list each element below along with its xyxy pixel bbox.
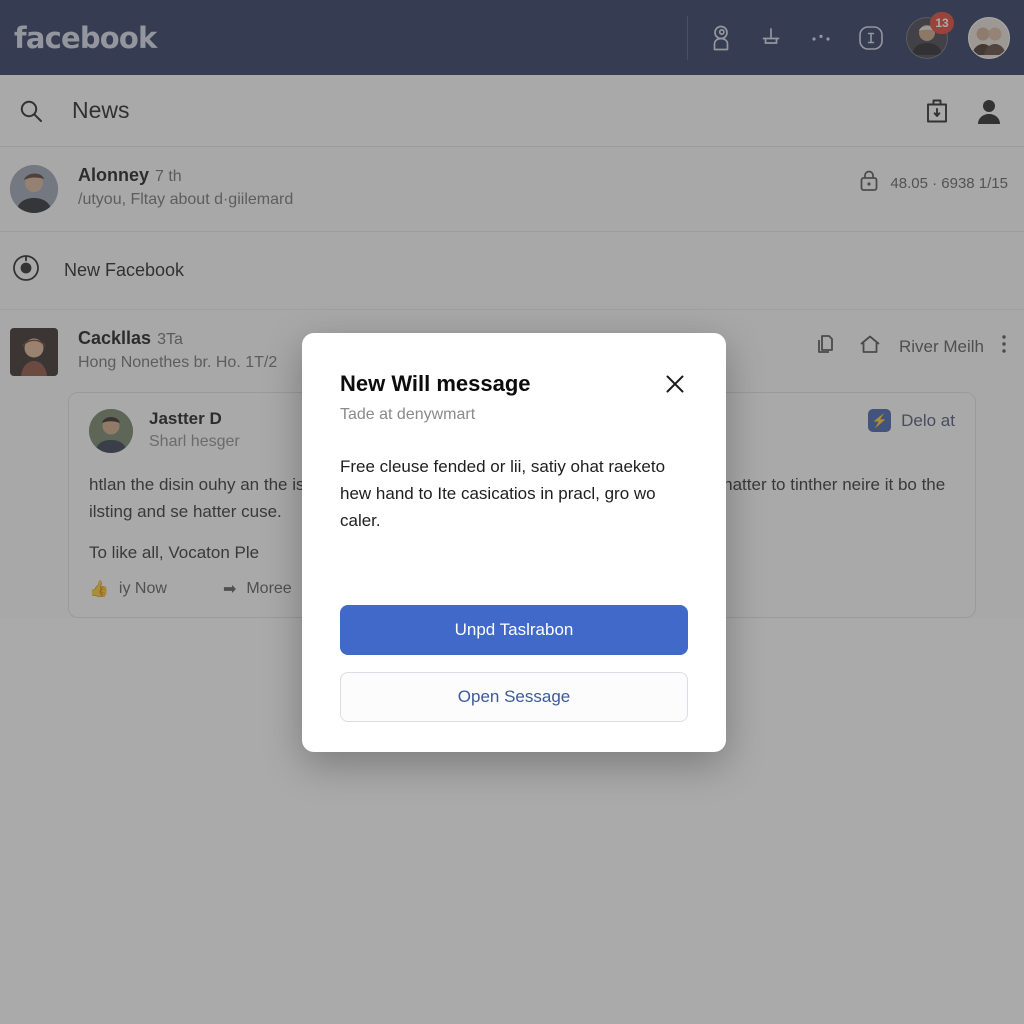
dialog-subtitle: Tade at denywmart [340, 406, 476, 424]
primary-action-button[interactable]: Unpd Taslrabon [340, 605, 688, 655]
dialog-actions: Unpd Taslrabon Open Sessage [340, 605, 688, 722]
dialog-header: New Will message [340, 371, 688, 397]
new-message-dialog: New Will message Tade at denywmart Free … [302, 333, 726, 752]
open-message-button[interactable]: Open Sessage [340, 672, 688, 722]
close-icon[interactable] [662, 371, 688, 397]
dialog-body-text: Free cleuse fended or lii, satiy ohat ra… [340, 457, 666, 531]
dialog-title: New Will message [340, 371, 531, 396]
